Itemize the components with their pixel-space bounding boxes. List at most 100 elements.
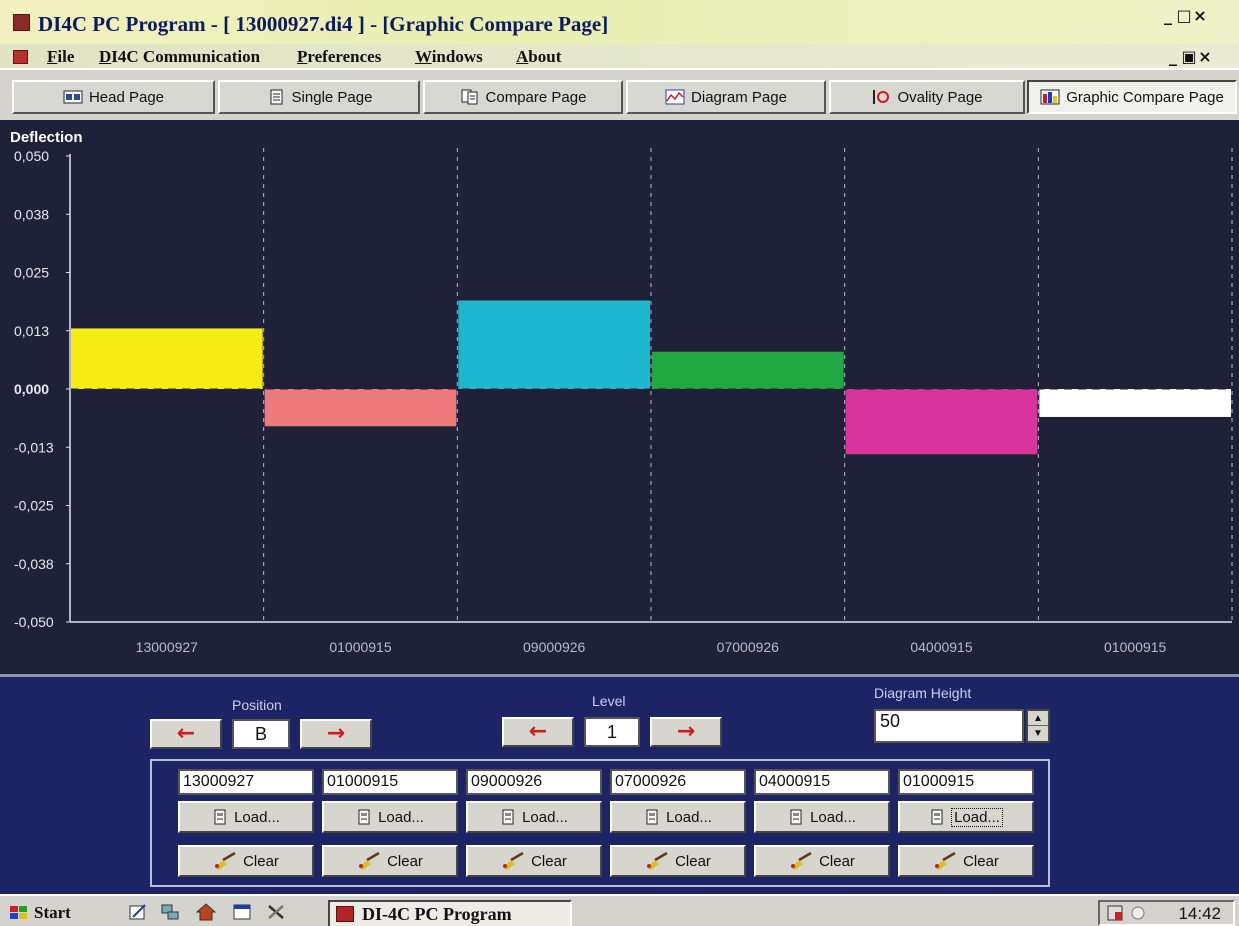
clear-icon [791, 852, 812, 870]
menu-di4c-communication[interactable]: DI4C Communication [99, 47, 260, 67]
menu-file[interactable]: File [47, 47, 74, 67]
file-name-field[interactable]: 04000915 [754, 769, 890, 795]
y-tick-label: -0,038 [14, 556, 54, 572]
taskbar: Start DI-4C PC Program 14:42 [0, 894, 1239, 926]
tab-diagram-page[interactable]: Diagram Page [626, 80, 826, 114]
window-icon[interactable] [232, 903, 252, 921]
load-button[interactable]: Load... [178, 801, 314, 833]
bar [71, 328, 263, 389]
menu-windows[interactable]: Windows [415, 47, 483, 67]
doc-restore-button[interactable]: ▣ [1181, 49, 1197, 65]
doc-minimize-button[interactable]: _ [1165, 49, 1181, 65]
x-tick-label: 09000926 [523, 639, 586, 655]
bar [264, 389, 457, 427]
y-tick-label: 0,000 [14, 381, 49, 397]
window-controls: _ □ × [1160, 8, 1208, 24]
x-tick-label: 01000915 [329, 639, 392, 655]
bar [458, 300, 650, 389]
load-button[interactable]: Load... [322, 801, 458, 833]
home-icon[interactable] [196, 903, 216, 921]
page-tab-bar: Head Page Single Page Compare Page Diagr… [0, 68, 1239, 122]
app-icon[interactable] [13, 14, 30, 31]
title-bar: DI4C PC Program - [ 13000927.di4 ] - [Gr… [0, 0, 1239, 44]
bar [845, 389, 1038, 455]
load-icon [931, 809, 943, 825]
load-button[interactable]: Load... [610, 801, 746, 833]
diagram-height-label: Diagram Height [874, 685, 972, 701]
doc-close-button[interactable]: × [1197, 49, 1213, 65]
diagram-page-icon [665, 89, 685, 105]
clear-button[interactable]: Clear [178, 845, 314, 877]
clear-button[interactable]: Clear [898, 845, 1034, 877]
y-tick-label: 0,025 [14, 265, 49, 281]
document-icon[interactable] [13, 50, 28, 64]
tab-graphic-compare-page[interactable]: Graphic Compare Page [1027, 80, 1237, 114]
y-axis-label: Deflection [10, 129, 83, 146]
tools-icon[interactable] [266, 903, 286, 921]
deflection-chart: Deflection 0,050 0,038 0,025 0,013 0,000 -0,0… [10, 129, 1233, 655]
edit-icon[interactable] [128, 903, 148, 921]
level-prev-button[interactable]: ← [502, 717, 574, 747]
load-icon [214, 809, 226, 825]
file-name-field[interactable]: 09000926 [466, 769, 602, 795]
maximize-button[interactable]: □ [1176, 8, 1192, 24]
menu-bar: File DI4C Communication Preferences Wind… [0, 44, 1239, 68]
tab-single-page[interactable]: Single Page [218, 80, 420, 114]
clear-icon [935, 852, 956, 870]
single-page-icon [270, 89, 283, 105]
y-tick-label: 0,050 [14, 148, 49, 164]
close-button[interactable]: × [1192, 8, 1208, 24]
position-next-button[interactable]: → [300, 719, 372, 749]
clear-button[interactable]: Clear [322, 845, 458, 877]
diagram-height-spinner[interactable]: ▲ ▼ [1026, 709, 1050, 743]
clear-button[interactable]: Clear [754, 845, 890, 877]
level-value: 1 [584, 717, 640, 747]
start-button[interactable]: Start [8, 900, 98, 926]
file-name-field[interactable]: 01000915 [322, 769, 458, 795]
graphic-compare-page-icon [1040, 89, 1060, 105]
x-tick-label: 07000926 [717, 639, 780, 655]
load-icon [646, 809, 658, 825]
level-next-button[interactable]: → [650, 717, 722, 747]
position-prev-button[interactable]: ← [150, 719, 222, 749]
menu-preferences[interactable]: Preferences [297, 47, 381, 67]
window-title: DI4C PC Program - [ 13000927.di4 ] - [Gr… [38, 12, 609, 36]
position-label: Position [232, 697, 282, 713]
load-button[interactable]: Load... [898, 801, 1034, 833]
spin-down-icon[interactable]: ▼ [1028, 726, 1048, 741]
y-tick-label: -0,025 [14, 498, 54, 514]
arrow-right-icon: → [676, 719, 696, 744]
file-name-field[interactable]: 13000927 [178, 769, 314, 795]
clear-icon [647, 852, 668, 870]
menu-about[interactable]: About [516, 47, 561, 67]
network-icon[interactable] [160, 903, 180, 921]
file-name-field[interactable]: 01000915 [898, 769, 1034, 795]
spin-up-icon[interactable]: ▲ [1028, 711, 1048, 726]
document-controls: _ ▣ × [1165, 49, 1213, 65]
clear-button[interactable]: Clear [466, 845, 602, 877]
clear-icon [359, 852, 380, 870]
tab-ovality-page[interactable]: Ovality Page [829, 80, 1025, 114]
diagram-height-input[interactable]: 50 [874, 709, 1024, 743]
system-tray: 14:42 [1098, 900, 1235, 926]
load-button[interactable]: Load... [466, 801, 602, 833]
file-name-field[interactable]: 07000926 [610, 769, 746, 795]
windows-logo-icon [10, 906, 27, 919]
compare-page-icon [461, 89, 478, 105]
arrow-right-icon: → [326, 721, 346, 746]
load-icon [358, 809, 370, 825]
tray-icons[interactable] [1106, 904, 1150, 922]
clear-button[interactable]: Clear [610, 845, 746, 877]
y-tick-label: -0,013 [14, 439, 54, 455]
load-button[interactable]: Load... [754, 801, 890, 833]
taskbar-app-button[interactable]: DI-4C PC Program [328, 900, 572, 926]
arrow-left-icon: ← [176, 721, 196, 746]
clear-icon [215, 852, 236, 870]
bar [652, 351, 844, 389]
tab-compare-page[interactable]: Compare Page [423, 80, 623, 114]
y-tick-label: -0,050 [14, 614, 54, 630]
app-icon [336, 906, 354, 922]
minimize-button[interactable]: _ [1160, 8, 1176, 24]
tab-head-page[interactable]: Head Page [12, 80, 215, 114]
x-tick-label: 04000915 [910, 639, 973, 655]
